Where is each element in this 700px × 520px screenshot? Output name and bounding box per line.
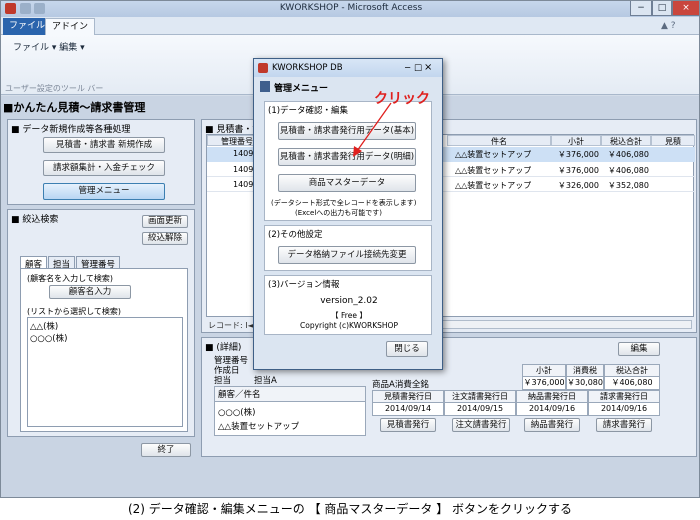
- dialog-heading-icon: [260, 81, 270, 92]
- subtotal-value: ￥376,000: [522, 376, 566, 390]
- row1-total: ￥406,080: [607, 150, 649, 159]
- subject-name: △△装置セットアップ: [218, 422, 300, 432]
- minimize-button[interactable]: −: [630, 1, 652, 16]
- row2-subtotal: ￥376,000: [557, 166, 599, 175]
- sec2-title: (2)その他設定: [268, 230, 323, 240]
- sec1-note1: (データシート形式で全レコードを表示します): [271, 199, 417, 207]
- dialog-minimize-button[interactable]: −: [404, 63, 411, 73]
- copyright-text: Copyright (c)KWORKSHOP: [300, 321, 398, 330]
- tax-value: ￥30,080: [566, 376, 604, 390]
- tab-file[interactable]: ファイル: [3, 18, 52, 35]
- row3-total: ￥352,080: [607, 181, 649, 190]
- admin-menu-button[interactable]: 管理メニュー: [43, 183, 165, 200]
- ribbon-menu: ファイル ▾ 編集 ▾: [13, 43, 85, 53]
- row2-id: 1409: [233, 165, 254, 174]
- row3-id: 1409: [233, 180, 254, 189]
- col-header-subtotal[interactable]: 小計: [551, 135, 601, 146]
- exit-button[interactable]: 終了: [141, 443, 191, 457]
- issue-order-button[interactable]: 注文請書発行: [452, 418, 510, 432]
- order-date: 2014/09/15: [444, 402, 516, 416]
- change-link-button[interactable]: データ格納ファイル接続先変更: [278, 246, 416, 264]
- record-navigator[interactable]: レコード: I◄: [208, 320, 254, 331]
- issue-invoice-button[interactable]: 請求書発行: [596, 418, 652, 432]
- dialog-title: KWORKSHOP DB: [272, 63, 343, 73]
- title-bar: KWORKSHOP - Microsoft Access − □ ×: [1, 1, 699, 17]
- dialog-heading: 管理メニュー: [274, 84, 329, 94]
- customer-list[interactable]: △△(株) ○○○(株): [27, 317, 183, 427]
- hint-input: (顧客名を入力して検索): [27, 274, 114, 283]
- hint-select: (リストから選択して検索): [27, 307, 122, 316]
- free-text: 【 Free 】: [331, 311, 367, 320]
- access-window: KWORKSHOP - Microsoft Access − □ × ファイル …: [0, 0, 700, 498]
- row3-name: △△装置セットアップ: [455, 181, 532, 190]
- amount-label: 商品A消費全銘: [372, 380, 429, 390]
- new-data-title: ■ データ新規作成等各種処理: [11, 125, 131, 135]
- total-value: ￥406,080: [604, 376, 660, 390]
- customer-name: ○○○(株): [218, 408, 256, 418]
- billing-check-button[interactable]: 請求額集計・入金チェック: [43, 160, 165, 176]
- new-document-button[interactable]: 見積書・請求書 新規作成: [43, 137, 165, 153]
- form-title: ■かんたん見積〜請求書管理: [3, 101, 146, 114]
- list-item[interactable]: ○○○(株): [30, 332, 180, 344]
- row1-subtotal: ￥376,000: [557, 150, 599, 159]
- ribbon-collapse-icon[interactable]: ▲ ?: [661, 21, 676, 31]
- row2-total: ￥406,080: [607, 166, 649, 175]
- version-text: version_2.02: [320, 296, 378, 306]
- section-settings: (2)その他設定 データ格納ファイル接続先変更: [264, 225, 432, 271]
- window-title: KWORKSHOP - Microsoft Access: [279, 3, 423, 13]
- sec1-title: (1)データ確認・編集: [268, 106, 349, 116]
- estimate-date: 2014/09/14: [372, 402, 444, 416]
- issue-delivery-button[interactable]: 納品書発行: [524, 418, 580, 432]
- dialog-restore-button[interactable]: □: [414, 63, 422, 73]
- menu-file[interactable]: ファイル: [13, 43, 49, 53]
- list-item[interactable]: △△(株): [30, 320, 180, 332]
- delivery-date: 2014/09/16: [516, 402, 588, 416]
- filter-tab-body: (顧客名を入力して検索) 顧客名入力 (リストから選択して検索) △△(株) ○…: [20, 268, 188, 432]
- ribbon-group-label: ユーザー設定のツール バー: [5, 84, 104, 93]
- label-staff: 担当: [214, 376, 232, 386]
- clear-filter-button[interactable]: 絞込解除: [142, 232, 188, 245]
- staff-value: 担当A: [254, 376, 277, 386]
- ribbon-tab-row: ファイル アドイン ▲ ?: [1, 17, 699, 35]
- caption: (2) データ確認・編集メニューの 【 商品マスターデータ 】 ボタンをクリック…: [127, 502, 573, 516]
- refresh-button[interactable]: 画面更新: [142, 215, 188, 228]
- invoice-date: 2014/09/16: [588, 402, 660, 416]
- close-window-button[interactable]: ×: [672, 1, 699, 16]
- col-header-total[interactable]: 税込合計: [601, 135, 651, 146]
- sec3-title: (3)バージョン情報: [268, 280, 340, 290]
- product-master-button[interactable]: 商品マスターデータ: [278, 174, 416, 192]
- dialog-close-icon[interactable]: ×: [424, 62, 432, 73]
- horizontal-scrollbar[interactable]: [442, 320, 692, 329]
- detail-title: ■ (詳細): [205, 343, 242, 353]
- filter-panel: ■ 絞込検索 画面更新 絞込解除 顧客 担当 管理番号 (顧客名を入力して検索)…: [7, 209, 195, 437]
- row1-id: 1409: [233, 149, 254, 158]
- customer-box: 顧客／件名 ○○○(株) △△装置セットアップ: [214, 386, 366, 436]
- row1-name: △△装置セットアップ: [455, 150, 532, 159]
- filter-title: ■ 絞込検索: [11, 215, 59, 225]
- customer-header: 顧客／件名: [215, 387, 365, 402]
- menu-edit[interactable]: 編集: [59, 43, 77, 53]
- sec1-note2: (Excelへの出力も可能です): [295, 209, 383, 217]
- col-header-name[interactable]: 件名: [447, 135, 551, 146]
- new-data-panel: ■ データ新規作成等各種処理 見積書・請求書 新規作成 請求額集計・入金チェック…: [7, 119, 195, 205]
- dialog-app-icon: [258, 63, 268, 73]
- customer-input-button[interactable]: 顧客名入力: [49, 285, 131, 299]
- annotation-arrow-icon: [353, 102, 392, 157]
- edit-button[interactable]: 編集: [618, 342, 660, 356]
- dialog-close-button[interactable]: 閉じる: [386, 341, 428, 357]
- section-version: (3)バージョン情報 version_2.02 【 Free 】 Copyrig…: [264, 275, 432, 335]
- col-header-estimate[interactable]: 見積: [651, 135, 695, 146]
- row2-name: △△装置セットアップ: [455, 166, 532, 175]
- dialog-title-bar: KWORKSHOP DB − □ ×: [254, 59, 442, 77]
- restore-button[interactable]: □: [652, 1, 672, 16]
- tab-addin[interactable]: アドイン: [45, 18, 96, 35]
- row3-subtotal: ￥326,000: [557, 181, 599, 190]
- issue-estimate-button[interactable]: 見積書発行: [380, 418, 436, 432]
